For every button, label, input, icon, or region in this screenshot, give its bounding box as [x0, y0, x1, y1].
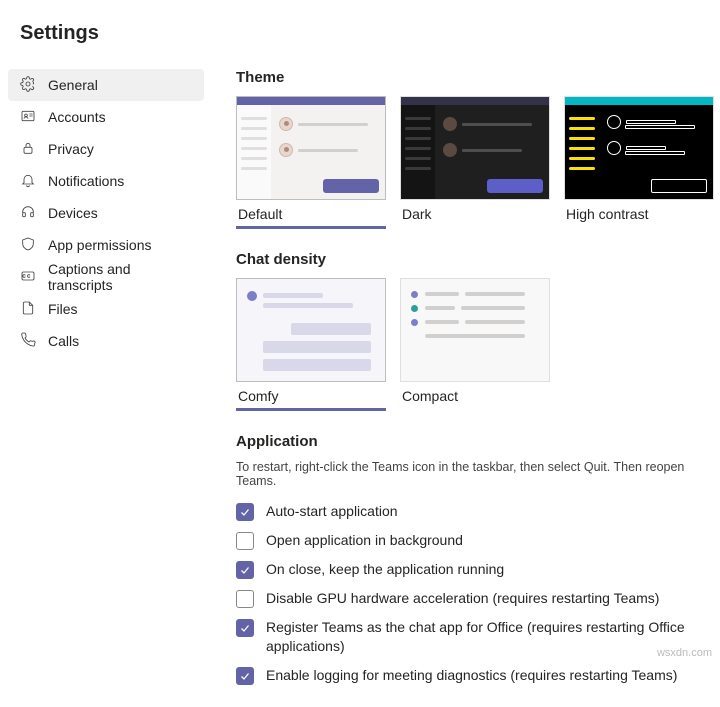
setting-row: Auto-start application	[236, 502, 714, 521]
sidebar-item-label: Privacy	[48, 141, 94, 157]
sidebar: General Accounts Privacy Notifications D…	[0, 63, 212, 707]
checkbox-label: Disable GPU hardware acceleration (requi…	[266, 589, 659, 608]
theme-preview-high-contrast	[564, 96, 714, 200]
theme-preview-default	[236, 96, 386, 200]
sidebar-item-notifications[interactable]: Notifications	[8, 165, 204, 197]
headset-icon	[20, 204, 36, 223]
theme-option-default[interactable]: Default	[236, 96, 386, 229]
theme-label: Default	[236, 200, 386, 224]
checkbox-label: Auto-start application	[266, 502, 398, 521]
sidebar-item-calls[interactable]: Calls	[8, 325, 204, 357]
density-section: Chat density Comfy	[236, 251, 714, 411]
checkbox[interactable]	[236, 561, 254, 579]
setting-row: Enable logging for meeting diagnostics (…	[236, 666, 714, 685]
checkbox[interactable]	[236, 667, 254, 685]
theme-option-dark[interactable]: Dark	[400, 96, 550, 229]
density-label: Comfy	[236, 382, 386, 406]
application-section: Application To restart, right-click the …	[236, 433, 714, 685]
theme-title: Theme	[236, 69, 714, 86]
theme-section: Theme Default	[236, 69, 714, 229]
main-content: Theme Default	[212, 63, 720, 707]
checkbox[interactable]	[236, 532, 254, 550]
sidebar-item-label: Devices	[48, 205, 98, 221]
checkbox-label: Open application in background	[266, 531, 463, 550]
file-icon	[20, 300, 36, 319]
sidebar-item-label: App permissions	[48, 237, 152, 253]
theme-option-high-contrast[interactable]: High contrast	[564, 96, 714, 229]
lock-icon	[20, 140, 36, 159]
density-preview-compact	[400, 278, 550, 382]
checkbox-label: On close, keep the application running	[266, 560, 504, 579]
theme-label: High contrast	[564, 200, 714, 224]
density-label: Compact	[400, 382, 550, 406]
density-preview-comfy	[236, 278, 386, 382]
density-option-comfy[interactable]: Comfy	[236, 278, 386, 411]
sidebar-item-privacy[interactable]: Privacy	[8, 133, 204, 165]
density-option-compact[interactable]: Compact	[400, 278, 550, 411]
setting-row: On close, keep the application running	[236, 560, 714, 579]
theme-preview-dark	[400, 96, 550, 200]
bell-icon	[20, 172, 36, 191]
sidebar-item-label: Notifications	[48, 173, 124, 189]
sidebar-item-captions[interactable]: Captions and transcripts	[8, 261, 204, 293]
setting-row: Open application in background	[236, 531, 714, 550]
density-title: Chat density	[236, 251, 714, 268]
sidebar-item-app-permissions[interactable]: App permissions	[8, 229, 204, 261]
gear-icon	[20, 76, 36, 95]
captions-icon	[20, 268, 36, 287]
checkbox[interactable]	[236, 503, 254, 521]
sidebar-item-label: Calls	[48, 333, 79, 349]
checkbox[interactable]	[236, 590, 254, 608]
sidebar-item-accounts[interactable]: Accounts	[8, 101, 204, 133]
sidebar-item-devices[interactable]: Devices	[8, 197, 204, 229]
sidebar-item-files[interactable]: Files	[8, 293, 204, 325]
page-title: Settings	[0, 0, 720, 63]
shield-icon	[20, 236, 36, 255]
phone-icon	[20, 332, 36, 351]
sidebar-item-label: Accounts	[48, 109, 106, 125]
sidebar-item-label: Files	[48, 301, 78, 317]
application-title: Application	[236, 433, 714, 450]
checkbox[interactable]	[236, 619, 254, 637]
sidebar-item-label: General	[48, 77, 98, 93]
watermark: wsxdn.com	[657, 647, 712, 659]
application-subtitle: To restart, right-click the Teams icon i…	[236, 460, 714, 488]
id-card-icon	[20, 108, 36, 127]
theme-label: Dark	[400, 200, 550, 224]
setting-row: Disable GPU hardware acceleration (requi…	[236, 589, 714, 608]
checkbox-label: Register Teams as the chat app for Offic…	[266, 618, 714, 656]
checkbox-label: Enable logging for meeting diagnostics (…	[266, 666, 677, 685]
sidebar-item-general[interactable]: General	[8, 69, 204, 101]
sidebar-item-label: Captions and transcripts	[48, 261, 192, 293]
setting-row: Register Teams as the chat app for Offic…	[236, 618, 714, 656]
